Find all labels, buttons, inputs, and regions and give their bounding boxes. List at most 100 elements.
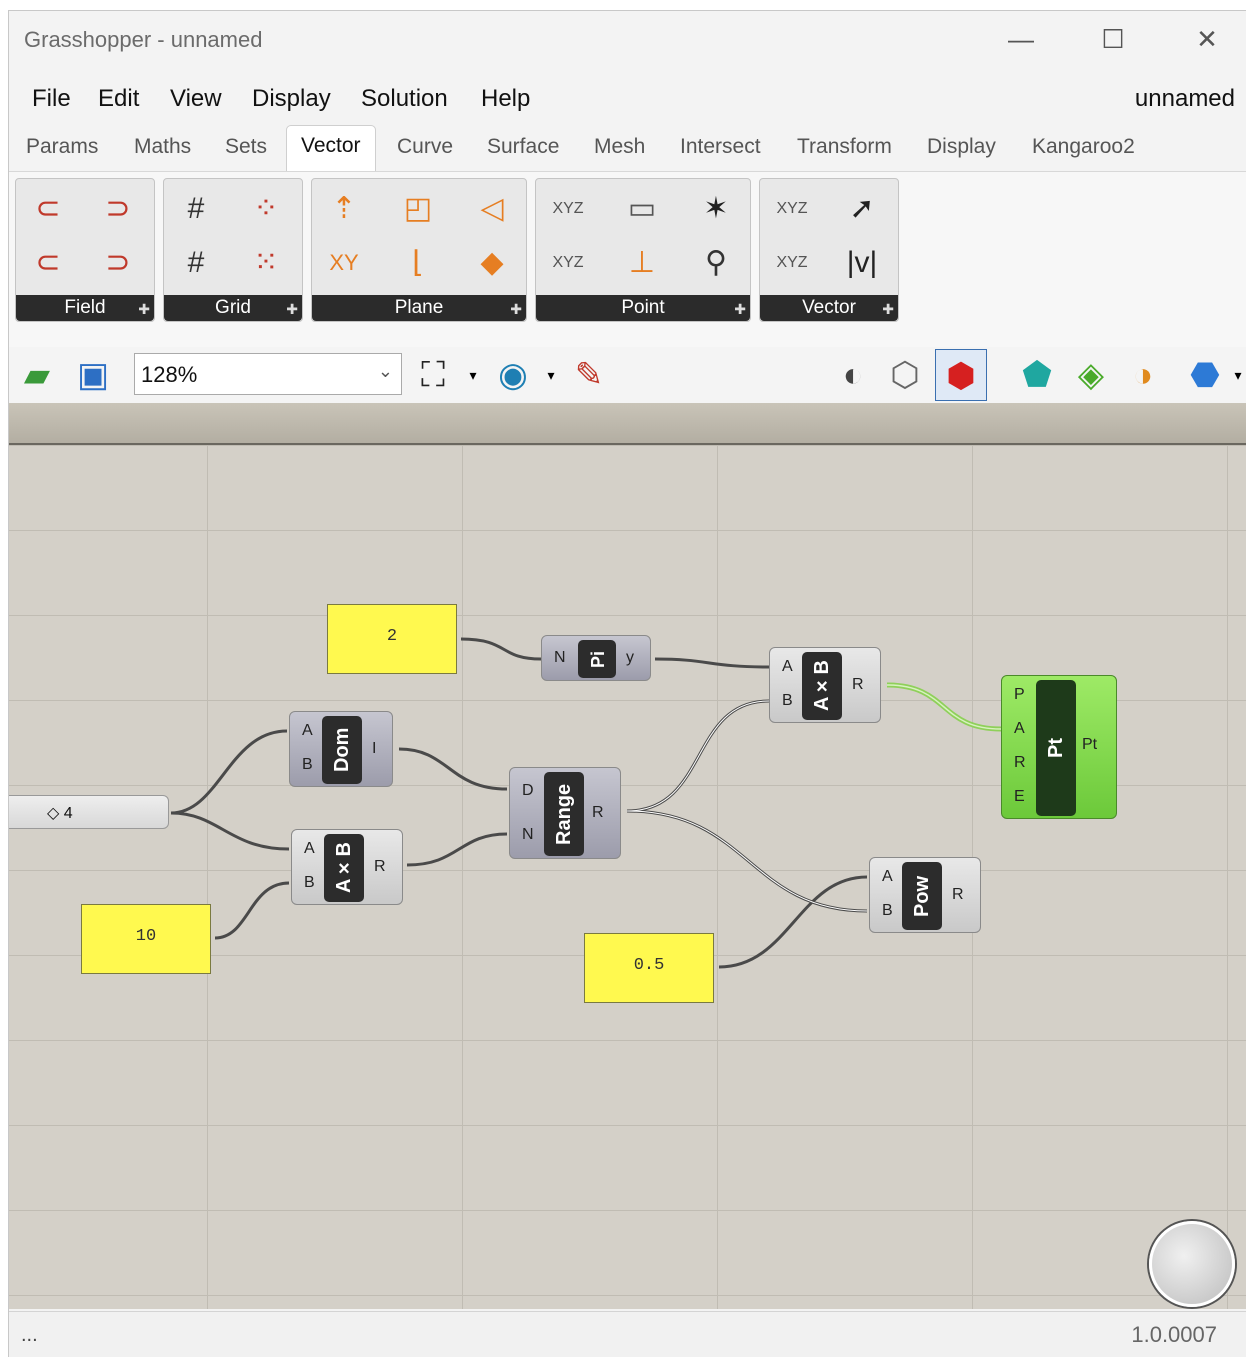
port-r[interactable]: R (852, 676, 864, 694)
distance-icon[interactable]: ▭ (618, 185, 666, 233)
close-icon[interactable]: ✕ (1185, 19, 1229, 59)
spin-force-icon[interactable]: ⊃ (94, 185, 142, 233)
expand-icon[interactable]: ✚ (882, 301, 894, 318)
port-a[interactable]: A (304, 840, 315, 858)
deconstruct-vector-icon[interactable]: XYZ (768, 185, 816, 233)
port-n[interactable]: N (554, 649, 566, 667)
canvas-navigation-wheel[interactable] (1149, 1221, 1235, 1307)
tab-vector[interactable]: Vector (286, 125, 376, 173)
construct-point-icon[interactable]: XYZ (544, 239, 592, 287)
port-n[interactable]: N (522, 826, 534, 844)
expand-icon[interactable]: ✚ (510, 301, 522, 318)
wireframe-preview-icon[interactable]: ⬡ (881, 349, 929, 401)
domain-component[interactable]: A B Dom I (289, 711, 393, 787)
port-y[interactable]: y (626, 649, 634, 667)
menu-display[interactable]: Display (252, 85, 331, 113)
port-a[interactable]: A (882, 868, 893, 886)
port-b[interactable]: B (304, 874, 315, 892)
port-r[interactable]: R (374, 858, 386, 876)
point-charge-icon[interactable]: ⊂ (24, 239, 72, 287)
pi-component[interactable]: N Pi y (541, 635, 651, 681)
dropdown-arrow-icon[interactable]: ▾ (1231, 349, 1245, 401)
port-a[interactable]: A (302, 722, 313, 740)
port-a[interactable]: A (1014, 720, 1025, 738)
number-slider[interactable]: ◇ 4 (9, 795, 169, 829)
zoom-extents-icon[interactable]: ⛶ (409, 349, 457, 401)
save-file-icon[interactable]: ▣ (69, 349, 117, 401)
dropdown-arrow-icon[interactable]: ▾ (543, 349, 559, 401)
vector-force-icon[interactable]: ⊃ (94, 239, 142, 287)
range-component[interactable]: D N Range R (509, 767, 621, 859)
panel-10[interactable]: 10 (81, 904, 211, 974)
point-polar-component[interactable]: P A R E Pt Pt (1001, 675, 1117, 819)
closest-points-icon[interactable]: ✶ (692, 185, 740, 233)
port-d[interactable]: D (522, 782, 534, 800)
populate-2d-icon[interactable]: ⁘ (242, 185, 290, 233)
port-r[interactable]: R (592, 804, 604, 822)
tab-sets[interactable]: Sets (225, 135, 267, 159)
tab-intersect[interactable]: Intersect (680, 135, 761, 159)
tab-display[interactable]: Display (927, 135, 996, 159)
port-r[interactable]: R (1014, 754, 1026, 772)
definition-canvas[interactable]: 2 10 0.5 ◇ 4 N Pi y A B A×B R A B Dom I (9, 445, 1246, 1309)
expand-icon[interactable]: ✚ (734, 301, 746, 318)
port-b[interactable]: B (882, 902, 893, 920)
menu-file[interactable]: File (32, 85, 71, 113)
panel-2[interactable]: 2 (327, 604, 457, 674)
populate-3d-icon[interactable]: ⁙ (242, 239, 290, 287)
xy-plane-icon[interactable]: XY (320, 239, 368, 287)
project-point-icon[interactable]: ⊥ (618, 239, 666, 287)
dropdown-arrow-icon[interactable]: ▾ (465, 349, 481, 401)
tab-params[interactable]: Params (26, 135, 98, 159)
tab-transform[interactable]: Transform (797, 135, 892, 159)
port-i[interactable]: I (372, 740, 376, 758)
shaded-preview-icon[interactable]: ⬢ (935, 349, 987, 401)
maximize-icon[interactable]: ☐ (1091, 19, 1135, 59)
document-preview-icon[interactable]: ◑ (1119, 349, 1167, 401)
sketch-pen-icon[interactable]: ✎ (565, 349, 613, 401)
line-line-plane-icon[interactable]: ⌊ (394, 239, 442, 287)
hexagonal-grid-icon[interactable]: # (172, 185, 220, 233)
multiplication-component-top[interactable]: A B A×B R (769, 647, 881, 723)
preview-mesh-icon[interactable]: ◈ (1067, 349, 1115, 401)
vector-length-icon[interactable]: |v| (838, 239, 886, 287)
zoom-select[interactable]: 128% ⌄ (134, 353, 402, 395)
port-e[interactable]: E (1014, 788, 1025, 806)
sort-points-icon[interactable]: ⚲ (692, 239, 740, 287)
menu-view[interactable]: View (170, 85, 222, 113)
port-b[interactable]: B (782, 692, 793, 710)
tab-surface[interactable]: Surface (487, 135, 559, 159)
align-plane-icon[interactable]: ◆ (468, 239, 516, 287)
unit-vector-icon[interactable]: ➚ (838, 185, 886, 233)
menu-solution[interactable]: Solution (361, 85, 448, 113)
construct-plane-icon[interactable]: ⇡ (320, 185, 368, 233)
tab-curve[interactable]: Curve (397, 135, 453, 159)
plane-normal-icon[interactable]: ◰ (394, 185, 442, 233)
chevron-down-icon[interactable]: ⌄ (378, 361, 393, 382)
menu-help[interactable]: Help (481, 85, 530, 113)
port-p[interactable]: P (1014, 686, 1025, 704)
vector-xyz-icon[interactable]: XYZ (768, 239, 816, 287)
panel-05[interactable]: 0.5 (584, 933, 714, 1003)
line-charge-icon[interactable]: ⊂ (24, 185, 72, 233)
square-grid-icon[interactable]: # (172, 239, 220, 287)
port-pt[interactable]: Pt (1082, 736, 1097, 754)
deconstruct-point-icon[interactable]: XYZ (544, 185, 592, 233)
expand-icon[interactable]: ✚ (286, 301, 298, 318)
tab-mesh[interactable]: Mesh (594, 135, 645, 159)
preview-eye-icon[interactable]: ◉ (489, 349, 537, 401)
plane-offset-icon[interactable]: ◁ (468, 185, 516, 233)
mesh-quality-icon[interactable]: ⬣ (1181, 349, 1229, 401)
menu-edit[interactable]: Edit (98, 85, 139, 113)
port-a[interactable]: A (782, 658, 793, 676)
preview-off-icon[interactable]: ◐ (829, 349, 877, 401)
selected-only-icon[interactable]: ⬟ (1013, 349, 1061, 401)
expand-icon[interactable]: ✚ (138, 301, 150, 318)
open-file-icon[interactable]: ▰ (15, 349, 59, 401)
tab-kangaroo2[interactable]: Kangaroo2 (1032, 135, 1135, 159)
tab-maths[interactable]: Maths (134, 135, 191, 159)
power-component[interactable]: A B Pow R (869, 857, 981, 933)
port-r[interactable]: R (952, 886, 964, 904)
multiplication-component-bottom[interactable]: A B A×B R (291, 829, 403, 905)
port-b[interactable]: B (302, 756, 313, 774)
